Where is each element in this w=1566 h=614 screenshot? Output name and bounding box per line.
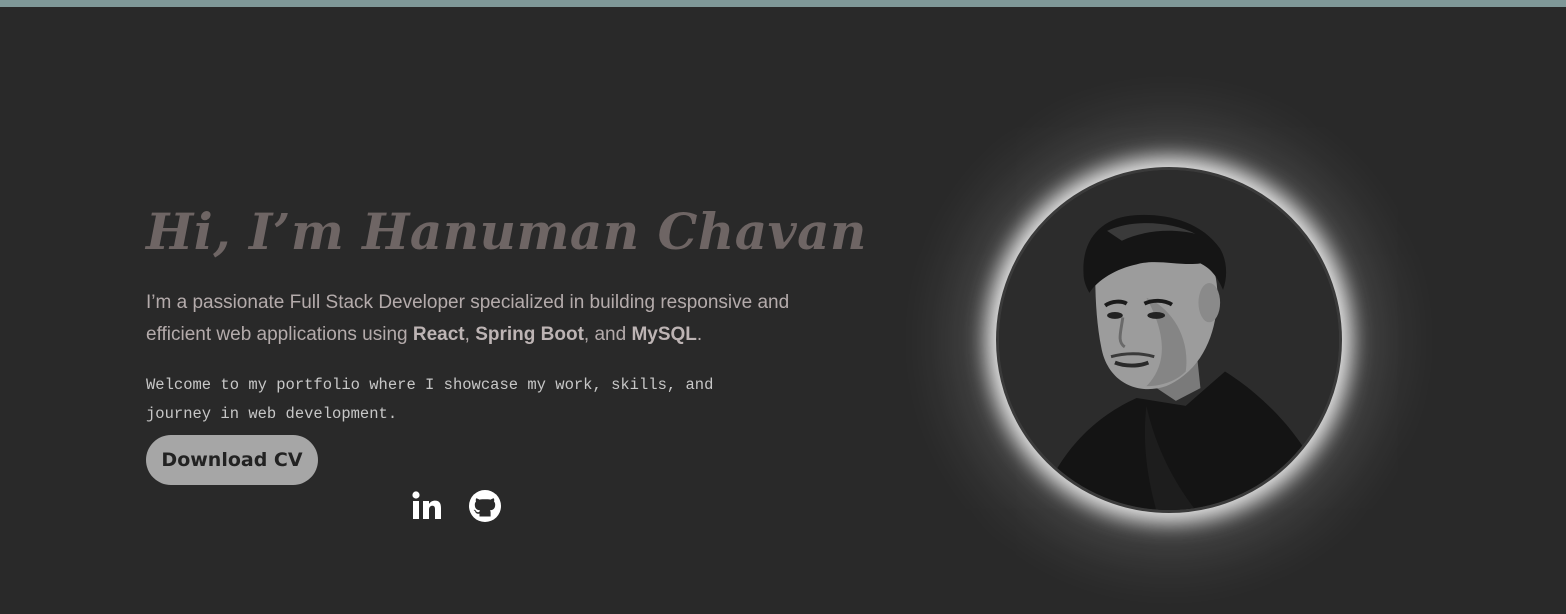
bio-separator: ,: [464, 324, 476, 345]
tech-spring-boot: Spring Boot: [475, 324, 584, 345]
bio-end: .: [696, 324, 703, 345]
profile-photo-icon: [999, 170, 1339, 510]
hero-section: Hi, I’m Hanuman Chavan I’m a passionate …: [0, 7, 1566, 614]
linkedin-icon: [412, 491, 441, 519]
intro-block: Hi, I’m Hanuman Chavan I’m a passionate …: [146, 197, 867, 429]
github-link[interactable]: [468, 489, 502, 523]
social-links: [410, 489, 502, 523]
linkedin-link[interactable]: [410, 489, 444, 523]
profile-photo: [996, 167, 1342, 513]
page-title: Hi, I’m Hanuman Chavan: [146, 202, 867, 261]
tech-mysql: MySQL: [631, 324, 697, 345]
top-strip: [0, 0, 1566, 7]
download-cv-button[interactable]: Download CV: [146, 435, 318, 485]
bio-separator: , and: [583, 324, 632, 345]
github-icon: [469, 490, 501, 522]
tech-react: React: [412, 324, 465, 345]
welcome-text: Welcome to my portfolio where I showcase…: [146, 376, 714, 423]
bio-text: I’m a passionate Full Stack Developer sp…: [146, 287, 796, 351]
